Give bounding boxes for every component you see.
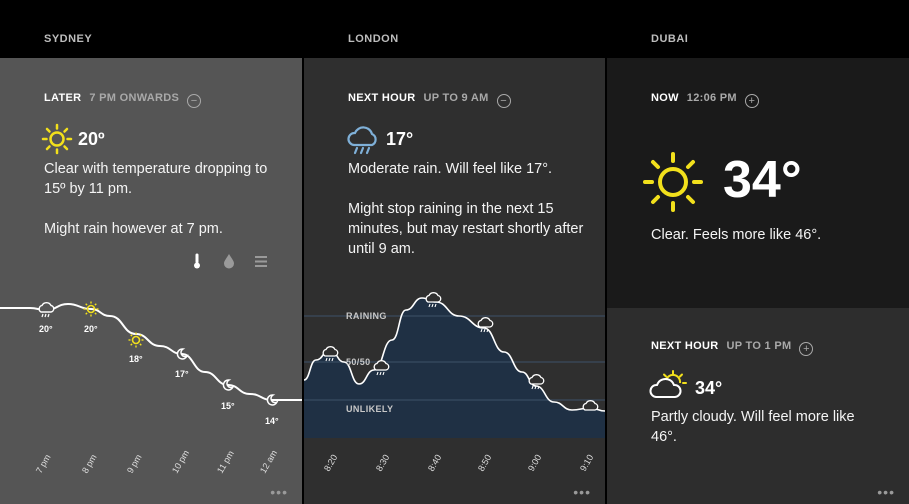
time-tick: 12 am bbox=[258, 448, 280, 475]
collapse-button[interactable]: − bbox=[496, 94, 511, 108]
city-name: LONDON bbox=[348, 33, 399, 45]
london-panel: LONDON NEXT HOUR UP TO 9 AM − 17° Moderate… bbox=[304, 0, 605, 504]
more-button[interactable]: ••• bbox=[270, 484, 288, 500]
zone-raining: RAINING bbox=[346, 311, 387, 321]
more-button[interactable]: ••• bbox=[877, 484, 895, 500]
temperature-line-chart bbox=[0, 301, 302, 406]
time-tick: 9:10 bbox=[578, 452, 596, 473]
period-sub: 7 PM ONWARDS bbox=[89, 92, 180, 104]
sydney-header: SYDNEY bbox=[0, 0, 302, 58]
next-hour-header[interactable]: NEXT HOUR UP TO 1 PM + bbox=[651, 340, 814, 356]
sun-icon bbox=[643, 152, 703, 212]
time-tick: 9 pm bbox=[125, 452, 144, 475]
next-temp: 34° bbox=[695, 378, 723, 398]
time-tick: 10 pm bbox=[170, 448, 192, 475]
dubai-header: DUBAI bbox=[607, 0, 909, 58]
now-header[interactable]: NOW 12:06 PM + bbox=[651, 92, 759, 108]
temperature-line bbox=[0, 302, 302, 401]
time-tick: 8:50 bbox=[476, 452, 494, 473]
forecast-note: Might rain however at 7 pm. bbox=[44, 221, 223, 237]
sydney-panel: SYDNEY LATER 7 PM ONWARDS − 20º Clear with… bbox=[0, 0, 302, 504]
rain-cloud-icon bbox=[347, 126, 377, 155]
forecast-description: Moderate rain. Will feel like 17°. bbox=[348, 161, 553, 177]
city-name: SYDNEY bbox=[44, 33, 93, 45]
time-tick: 9:00 bbox=[526, 452, 544, 473]
expand-button[interactable]: + bbox=[799, 342, 814, 356]
now-label: NOW bbox=[651, 92, 679, 104]
period-header[interactable]: LATER 7 PM ONWARDS − bbox=[44, 92, 202, 108]
forecast-note: Might stop raining in the next 15 minute… bbox=[348, 201, 584, 257]
sun-icon bbox=[41, 123, 73, 155]
expand-button[interactable]: + bbox=[744, 94, 759, 108]
temperature-label: 15° bbox=[221, 401, 235, 411]
forecast-description: Clear. Feels more like 46°. bbox=[651, 227, 822, 243]
time-tick: 8:20 bbox=[322, 452, 340, 473]
bars-icon[interactable] bbox=[255, 256, 267, 267]
next-label: NEXT HOUR bbox=[651, 340, 719, 352]
london-header: LONDON bbox=[304, 0, 605, 58]
zone-unlikely: UNLIKELY bbox=[346, 404, 394, 414]
time-tick: 11 pm bbox=[215, 448, 236, 475]
current-temp: 20º bbox=[78, 129, 105, 149]
temperature-label: 14° bbox=[265, 416, 279, 426]
next-sub: UP TO 1 PM bbox=[726, 340, 792, 352]
temperature-label: 18° bbox=[129, 354, 143, 364]
temperature-label: 20° bbox=[39, 324, 53, 334]
temperature-label: 20° bbox=[84, 324, 98, 334]
collapse-button[interactable]: − bbox=[187, 94, 202, 108]
current-temp: 17° bbox=[386, 129, 414, 149]
period-header[interactable]: NEXT HOUR UP TO 9 AM − bbox=[348, 92, 511, 108]
drop-icon[interactable] bbox=[224, 254, 234, 269]
current-temp: 34° bbox=[723, 151, 802, 209]
now-time: 12:06 PM bbox=[686, 92, 737, 104]
time-tick: 8:30 bbox=[374, 452, 392, 473]
partly-cloudy-icon bbox=[649, 370, 687, 398]
rain-icon bbox=[38, 302, 55, 318]
zone-5050: 50/50 bbox=[346, 357, 371, 367]
period-label: NEXT HOUR bbox=[348, 92, 416, 104]
time-tick: 8 pm bbox=[80, 452, 99, 475]
time-tick: 8:40 bbox=[426, 452, 444, 473]
time-tick: 7 pm bbox=[34, 452, 53, 475]
temperature-label: 17° bbox=[175, 369, 189, 379]
city-name: DUBAI bbox=[651, 33, 689, 45]
forecast-description: Clear with temperature dropping to 15º b… bbox=[44, 161, 268, 197]
period-label: LATER bbox=[44, 92, 82, 104]
dubai-panel: DUBAI NOW 12:06 PM + 34° Clear. Feels more… bbox=[607, 0, 909, 504]
cloud-icon bbox=[582, 400, 599, 411]
thermometer-icon[interactable] bbox=[192, 253, 202, 269]
next-description: Partly cloudy. Will feel more like 46°. bbox=[651, 409, 855, 445]
next-hour-section: NEXT HOUR UP TO 1 PM + 34° Partly cloudy. … bbox=[607, 308, 909, 504]
period-sub: UP TO 9 AM bbox=[423, 92, 489, 104]
more-button[interactable]: ••• bbox=[573, 484, 591, 500]
